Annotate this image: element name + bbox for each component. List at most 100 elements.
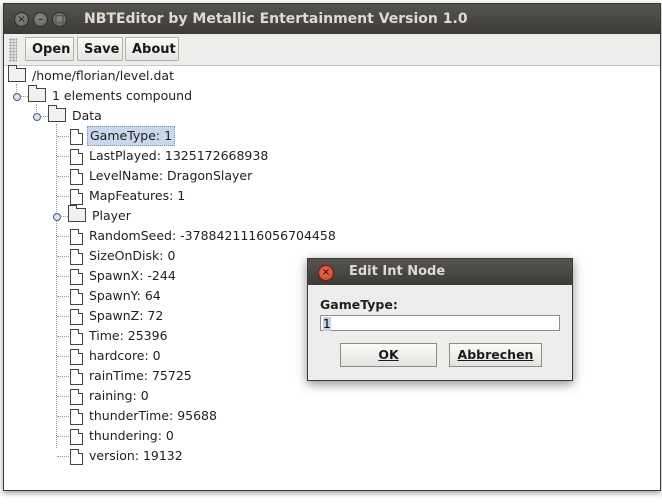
dialog-title-bar[interactable]: × Edit Int Node <box>308 259 572 285</box>
window-minimize-icon[interactable]: – <box>33 12 48 27</box>
open-button[interactable]: Open <box>25 37 74 61</box>
file-icon <box>70 428 83 445</box>
tree-compound-node[interactable]: 1 elements compound <box>28 85 194 106</box>
tree-node-label: LastPlayed: 1325172668938 <box>88 148 269 163</box>
file-icon <box>70 308 83 325</box>
tree-item-levelname[interactable]: LevelName: DragonSlayer <box>70 166 254 186</box>
tree-connector <box>57 436 69 437</box>
tree-item-spawnx[interactable]: SpawnX: -244 <box>70 266 178 286</box>
title-bar[interactable]: × – □ NBTEditor by Metallic Entertainmen… <box>4 4 660 34</box>
tree-item-version[interactable]: version: 19132 <box>70 446 185 466</box>
window-close-icon[interactable]: × <box>14 12 29 27</box>
tree-item-player[interactable]: Player <box>68 205 133 226</box>
file-icon <box>70 328 83 345</box>
about-button[interactable]: About <box>125 37 179 61</box>
toolbar-grip-icon[interactable] <box>9 38 17 62</box>
tree-node-label: hardcore: 0 <box>88 348 161 363</box>
file-icon <box>70 408 83 425</box>
main-window: × – □ NBTEditor by Metallic Entertainmen… <box>3 3 661 491</box>
tree-node-label: LevelName: DragonSlayer <box>88 168 253 183</box>
tree-data-node[interactable]: Data <box>48 105 104 126</box>
field-label: GameType: <box>320 297 398 312</box>
tree-item-raintime[interactable]: rainTime: 75725 <box>70 366 194 386</box>
tree-connector <box>57 236 69 237</box>
tree-item-spawnz[interactable]: SpawnZ: 72 <box>70 306 165 326</box>
file-icon <box>70 268 83 285</box>
tree-item-spawny[interactable]: SpawnY: 64 <box>70 286 163 306</box>
window-maximize-icon[interactable]: □ <box>52 12 67 27</box>
tree-connector <box>57 276 69 277</box>
tree-node-label: SpawnZ: 72 <box>88 308 164 323</box>
tree-connector <box>57 456 69 457</box>
tree-item-hardcore[interactable]: hardcore: 0 <box>70 346 163 366</box>
tree-node-label: thundering: 0 <box>88 428 174 443</box>
tree-node-label: rainTime: 75725 <box>88 368 192 383</box>
dialog-title: Edit Int Node <box>349 264 446 279</box>
tree-root-node[interactable]: /home/florian/level.dat <box>8 65 176 86</box>
tree-connector <box>57 296 69 297</box>
tree-connector <box>57 156 69 157</box>
value-input[interactable]: 1 <box>320 315 560 331</box>
tree-item-gametype[interactable]: GameType: 1 <box>70 126 176 146</box>
tree-node-label: RandomSeed: -3788421116056704458 <box>88 228 336 243</box>
folder-icon <box>8 65 26 82</box>
tree-item-raining[interactable]: raining: 0 <box>70 386 151 406</box>
tree-connector <box>57 136 69 137</box>
tree-connector <box>57 316 69 317</box>
abbrechen-button[interactable]: Abbrechen <box>449 343 542 367</box>
tree-connector <box>56 124 57 448</box>
file-icon <box>70 288 83 305</box>
tree-connector <box>57 256 69 257</box>
expand-toggle-icon[interactable] <box>33 113 41 121</box>
tree-node-label: GameType: 1 <box>86 126 176 146</box>
tree-node-label: /home/florian/level.dat <box>31 68 174 83</box>
file-icon <box>70 448 83 465</box>
tree-item-time[interactable]: Time: 25396 <box>70 326 170 346</box>
file-icon <box>70 148 83 165</box>
tree-item-mapfeatures[interactable]: MapFeatures: 1 <box>70 186 187 206</box>
tree-node-label: Data <box>71 108 102 123</box>
ok-button[interactable]: OK <box>340 343 437 367</box>
tree-connector <box>40 116 48 117</box>
tree-connector <box>20 96 28 97</box>
tree-connector <box>57 356 69 357</box>
tree-connector <box>57 396 69 397</box>
tree-item-lastplayed[interactable]: LastPlayed: 1325172668938 <box>70 146 270 166</box>
file-icon <box>70 168 83 185</box>
file-icon <box>70 368 83 385</box>
value-input-text: 1 <box>323 317 331 331</box>
tree-item-sizeondisk[interactable]: SizeOnDisk: 0 <box>70 246 177 266</box>
folder-icon <box>48 105 66 122</box>
tree-node-label: SizeOnDisk: 0 <box>88 248 176 263</box>
file-icon <box>70 228 83 245</box>
expand-toggle-icon[interactable] <box>53 213 61 221</box>
file-icon <box>70 188 83 205</box>
window-title: NBTEditor by Metallic Entertainment Vers… <box>84 11 468 27</box>
tree-connector <box>57 336 69 337</box>
file-icon <box>70 388 83 405</box>
tree-item-randomseed[interactable]: RandomSeed: -3788421116056704458 <box>70 226 338 246</box>
tree-node-label: thunderTime: 95688 <box>88 408 217 423</box>
tree-node-label: SpawnY: 64 <box>88 288 161 303</box>
folder-icon <box>28 85 46 102</box>
tree-item-thundertime[interactable]: thunderTime: 95688 <box>70 406 219 426</box>
save-button[interactable]: Save <box>77 37 123 61</box>
file-icon <box>70 128 83 145</box>
tree-node-label: Time: 25396 <box>88 328 168 343</box>
edit-int-node-dialog: × Edit Int Node GameType: 1 OK Abbrechen <box>307 258 573 381</box>
tree-connector <box>57 376 69 377</box>
tree-node-label: raining: 0 <box>88 388 149 403</box>
tree-node-label: 1 elements compound <box>51 88 192 103</box>
tree-connector <box>57 196 69 197</box>
tree-connector <box>60 216 68 217</box>
expand-toggle-icon[interactable] <box>13 93 21 101</box>
dialog-close-icon[interactable]: × <box>318 265 334 281</box>
tree-item-thundering[interactable]: thundering: 0 <box>70 426 176 446</box>
tree-node-label: MapFeatures: 1 <box>88 188 186 203</box>
folder-icon <box>68 205 86 222</box>
tree-node-label: SpawnX: -244 <box>88 268 176 283</box>
tree-connector <box>57 176 69 177</box>
file-icon <box>70 348 83 365</box>
file-icon <box>70 248 83 265</box>
toolbar: Open Save About <box>4 34 660 66</box>
